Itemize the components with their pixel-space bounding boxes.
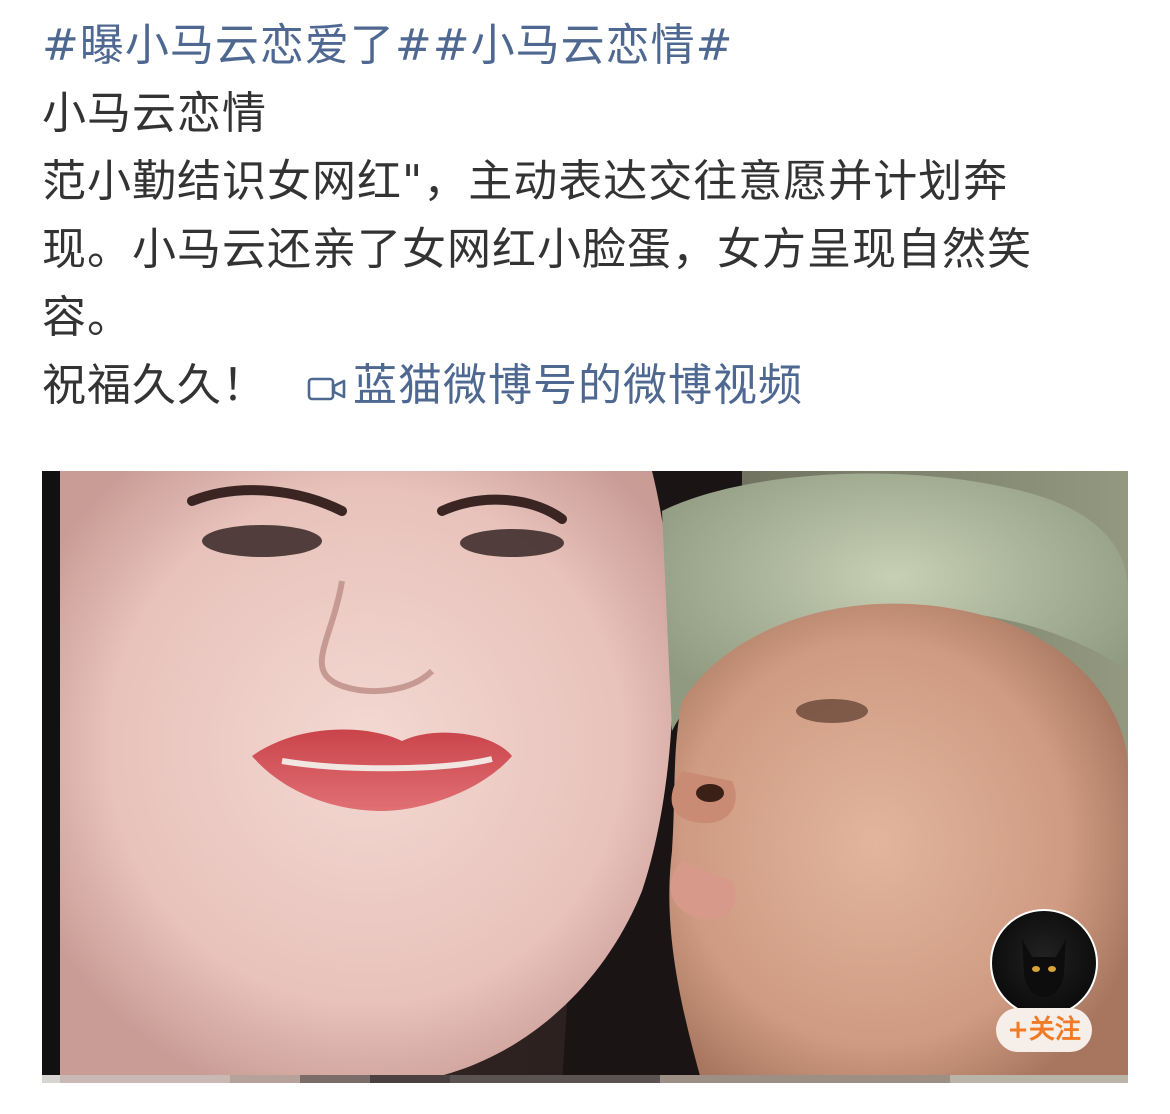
video-thumbnail [42, 471, 1128, 1083]
video-progress-strip[interactable] [42, 1075, 1128, 1083]
post-text-line: 范小勤结识女网红"，主动表达交往意愿并计划奔 [42, 156, 1009, 207]
video-player[interactable]: +关注 [42, 471, 1128, 1083]
post-text-line: 现。小马云还亲了女网红小脸蛋，女方呈现自然笑 [42, 224, 1032, 275]
post-text-line: 小马云恋情 [42, 88, 267, 139]
follow-button[interactable]: +关注 [996, 1008, 1092, 1052]
weibo-post: #曝小马云恋爱了##小马云恋情# 小马云恋情 范小勤结识女网红"，主动表达交往意… [42, 12, 1132, 420]
video-source-link[interactable]: 蓝猫微博号的微博视频 [307, 360, 803, 411]
video-camera-icon [307, 377, 346, 401]
uploader-avatar[interactable] [990, 909, 1098, 1017]
blessing-text: 祝福久久！ [42, 360, 267, 411]
topic-link-xiaomayun-love[interactable]: #曝小马云恋爱了# [42, 20, 433, 71]
post-text-line-final: 祝福久久！ 蓝猫微博号的微博视频 [42, 352, 1132, 420]
topic-line: #曝小马云恋爱了##小马云恋情# [42, 12, 1132, 80]
topic-link-xiaomayun-romance[interactable]: #小马云恋情# [433, 20, 734, 71]
video-left-edge [42, 471, 60, 1083]
video-source-label: 蓝猫微博号的微博视频 [353, 360, 803, 411]
black-cat-avatar [1022, 939, 1066, 997]
post-text-line: 容。 [42, 292, 132, 343]
